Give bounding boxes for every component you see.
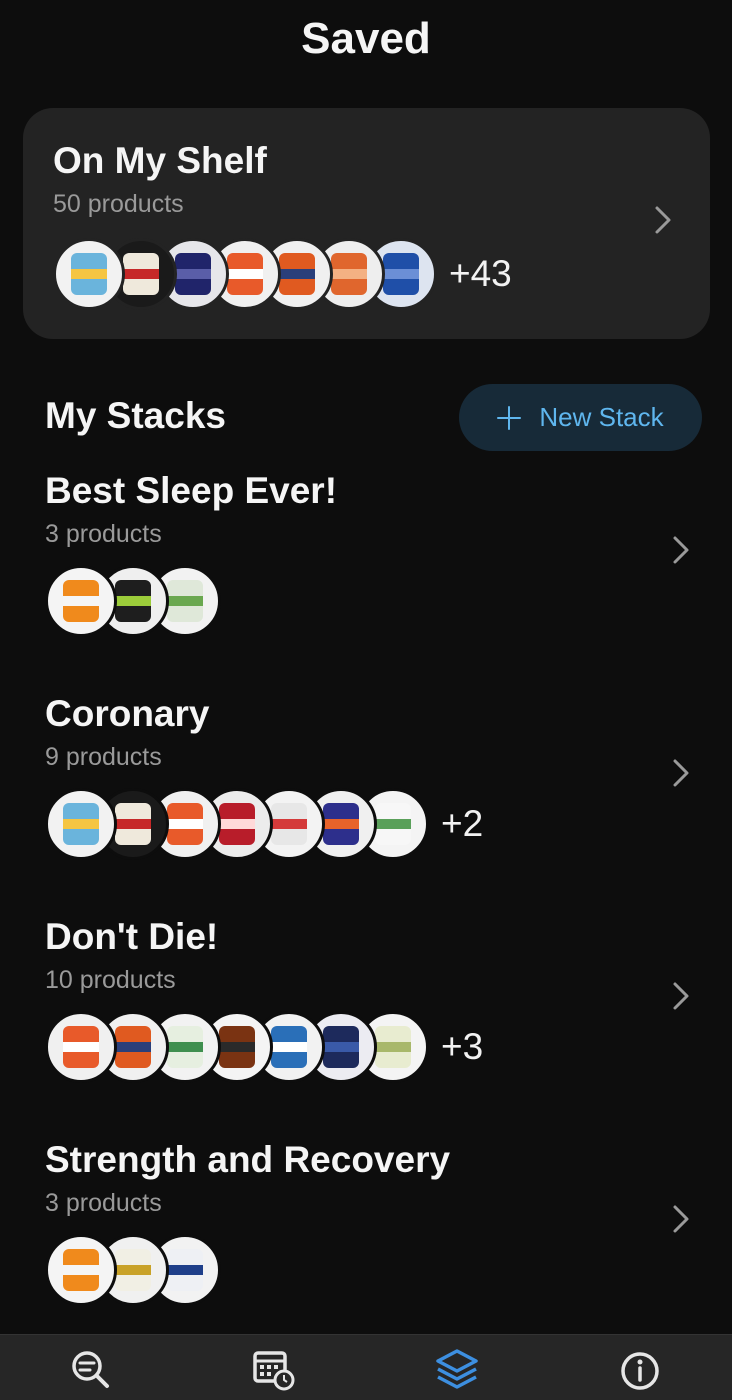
calendar-clock-icon bbox=[250, 1347, 296, 1400]
chevron-right-icon[interactable] bbox=[672, 535, 690, 570]
on-my-shelf-card[interactable]: On My Shelf 50 products +43 bbox=[23, 108, 710, 339]
stack-product-count: 10 products bbox=[45, 966, 176, 994]
stack-name: Best Sleep Ever! bbox=[45, 470, 338, 511]
bottom-nav-bar bbox=[0, 1334, 732, 1400]
shelf-product-avatars: +43 bbox=[53, 238, 512, 310]
chevron-right-icon[interactable] bbox=[672, 1204, 690, 1239]
stack-product-avatars bbox=[45, 565, 221, 637]
info-icon bbox=[618, 1347, 662, 1400]
nav-schedule[interactable] bbox=[248, 1347, 298, 1400]
nav-search[interactable] bbox=[65, 1347, 115, 1400]
stack-product-avatars bbox=[45, 1234, 221, 1306]
nav-info[interactable] bbox=[615, 1347, 665, 1400]
new-stack-label: New Stack bbox=[539, 402, 664, 432]
stack-item[interactable]: Strength and Recovery 3 products bbox=[0, 1139, 732, 1339]
product-avatar bbox=[45, 565, 117, 637]
more-products-count: +3 bbox=[441, 1026, 484, 1067]
nav-saved[interactable] bbox=[432, 1347, 482, 1400]
search-icon bbox=[68, 1347, 112, 1400]
stack-item[interactable]: Best Sleep Ever! 3 products bbox=[0, 470, 732, 670]
product-avatar bbox=[45, 1234, 117, 1306]
stack-product-count: 3 products bbox=[45, 1189, 162, 1217]
more-products-count: +2 bbox=[441, 803, 484, 844]
saved-screen: Saved On My Shelf 50 products +43 My Sta… bbox=[0, 0, 732, 1400]
product-avatar bbox=[45, 788, 117, 860]
plus-icon bbox=[497, 405, 522, 430]
stack-product-avatars: +3 bbox=[45, 1011, 483, 1083]
chevron-right-icon[interactable] bbox=[672, 981, 690, 1016]
page-title: Saved bbox=[301, 14, 431, 63]
stack-name: Strength and Recovery bbox=[45, 1139, 451, 1180]
stack-product-count: 9 products bbox=[45, 743, 162, 771]
my-stacks-heading: My Stacks bbox=[45, 395, 226, 436]
stack-name: Coronary bbox=[45, 693, 210, 734]
stack-item[interactable]: Don't Die! 10 products +3 bbox=[0, 916, 732, 1116]
new-stack-button[interactable]: New Stack bbox=[459, 384, 702, 451]
more-products-count: +43 bbox=[449, 253, 512, 294]
shelf-product-count: 50 products bbox=[53, 190, 184, 218]
shelf-title: On My Shelf bbox=[53, 140, 267, 181]
stack-item[interactable]: Coronary 9 products +2 bbox=[0, 693, 732, 893]
stack-product-count: 3 products bbox=[45, 520, 162, 548]
product-avatar bbox=[53, 238, 125, 310]
chevron-right-icon[interactable] bbox=[672, 758, 690, 793]
stack-product-avatars: +2 bbox=[45, 788, 483, 860]
stack-name: Don't Die! bbox=[45, 916, 219, 957]
product-avatar bbox=[45, 1011, 117, 1083]
layers-icon bbox=[434, 1347, 480, 1400]
chevron-right-icon[interactable] bbox=[654, 205, 672, 240]
